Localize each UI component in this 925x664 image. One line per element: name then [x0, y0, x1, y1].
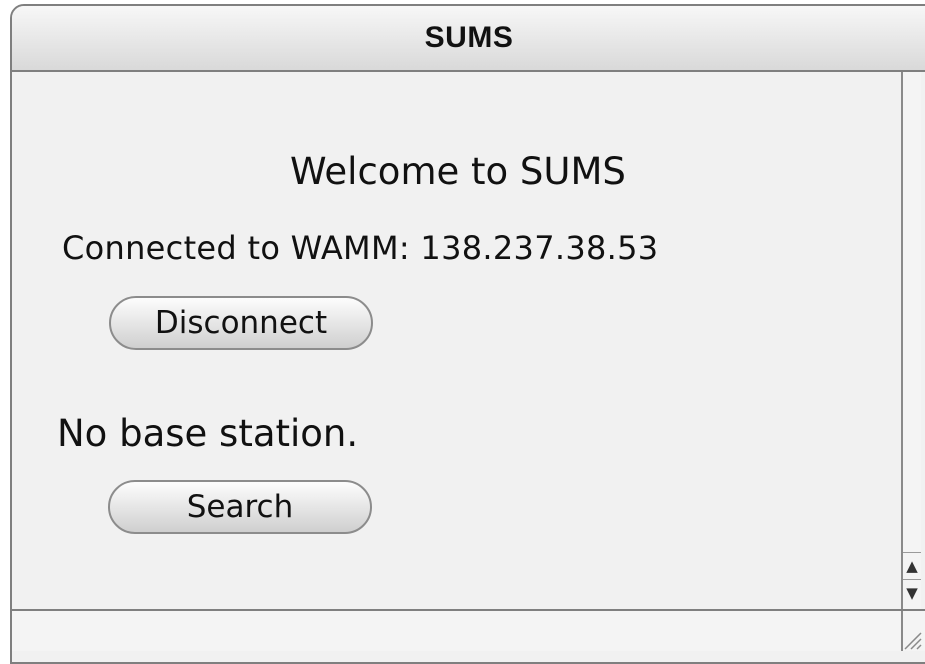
title-bar[interactable]: SUMS: [12, 6, 925, 72]
main-panel: Welcome to SUMS Connected to WAMM: 138.2…: [12, 72, 901, 609]
resize-grip-graphic: [904, 632, 922, 650]
scroll-down-arrow-icon[interactable]: ▼: [903, 579, 921, 606]
resize-grip-icon[interactable]: [901, 611, 923, 651]
connection-status-label: Connected to WAMM: 138.237.38.53: [62, 229, 659, 267]
bottom-bar: [12, 609, 925, 651]
vertical-scrollbar[interactable]: ▲ ▼: [901, 72, 921, 609]
scroll-up-arrow-icon[interactable]: ▲: [903, 552, 921, 579]
sums-window: SUMS Welcome to SUMS Connected to WAMM: …: [10, 4, 925, 664]
search-button[interactable]: Search: [108, 480, 372, 534]
window-title: SUMS: [424, 21, 514, 54]
disconnect-button[interactable]: Disconnect: [109, 296, 373, 350]
base-station-status-label: No base station.: [57, 412, 359, 455]
welcome-heading: Welcome to SUMS: [290, 150, 626, 193]
